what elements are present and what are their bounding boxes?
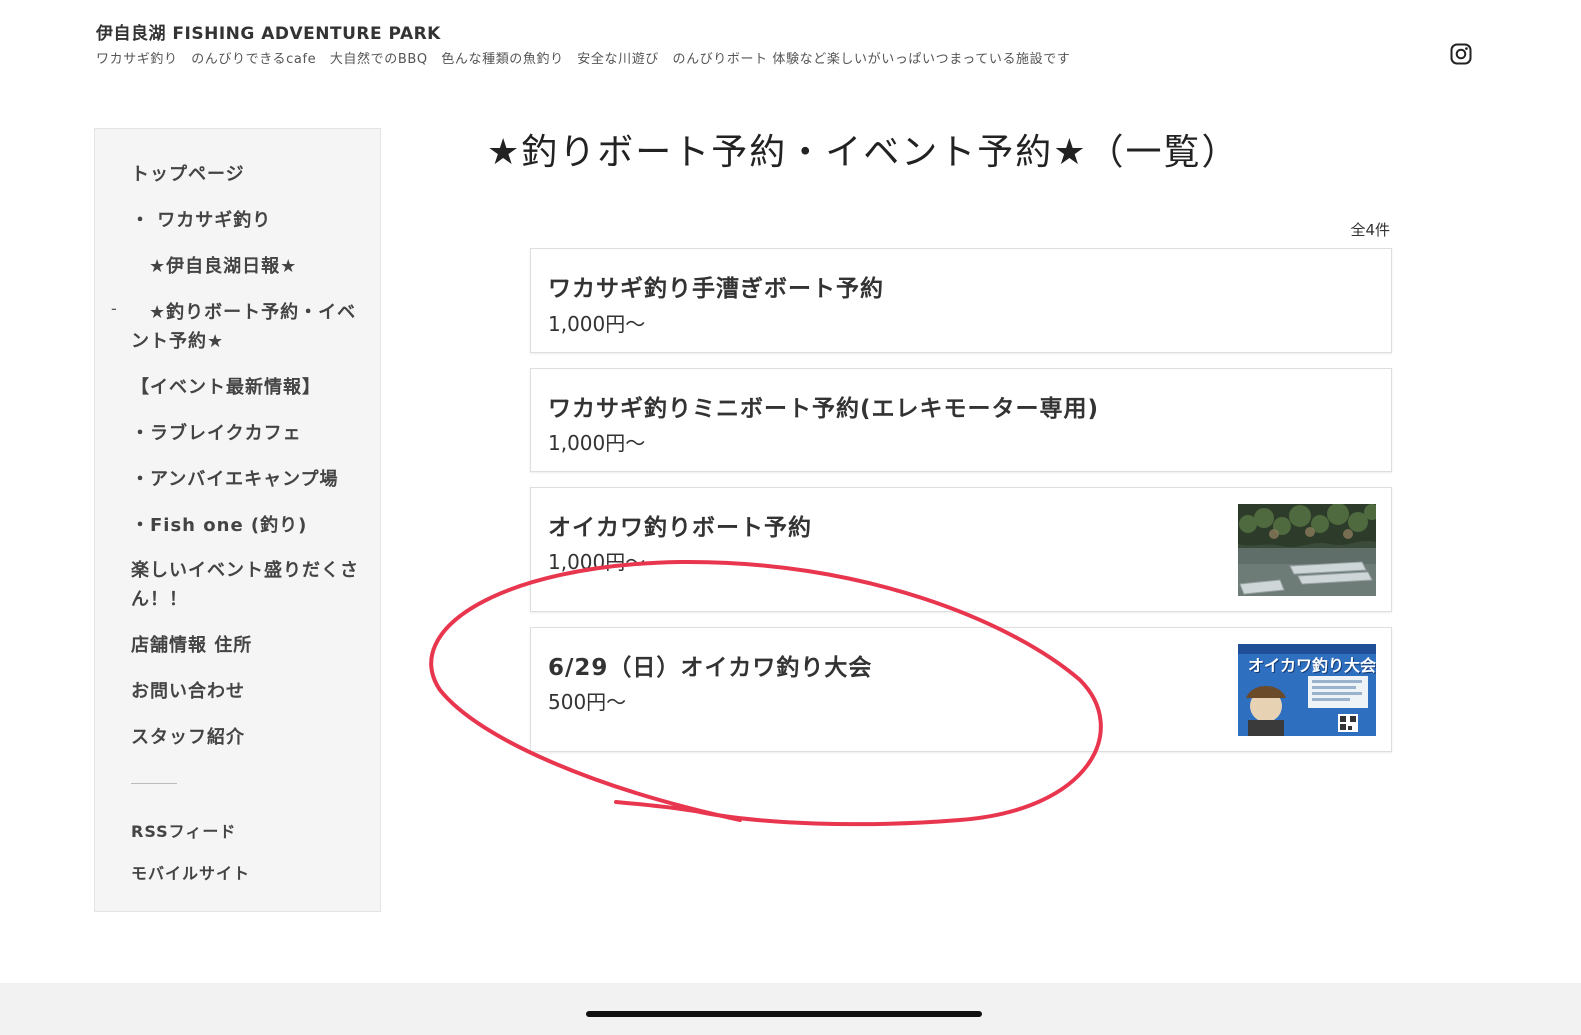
sidebar-item-boat-reservation[interactable]: ★釣りボート予約・イベ ント予約★ <box>131 298 356 356</box>
sidebar-item-fish-one[interactable]: ・Fish one (釣り) <box>131 511 307 540</box>
site-header: 伊自良湖 FISHING ADVENTURE PARK ワカサギ釣り のんびりで… <box>96 22 1236 70</box>
product-card[interactable]: ワカサギ釣り手漕ぎボート予約 1,000円〜 <box>530 248 1392 353</box>
sidebar-item-label: ント予約★ <box>131 331 225 352</box>
product-name: 6/29（日）オイカワ釣り大会 <box>548 655 873 681</box>
home-indicator[interactable] <box>586 1011 982 1017</box>
boats-on-lake-photo[interactable] <box>1238 504 1376 596</box>
product-card[interactable]: オイカワ釣りボート予約 1,000円〜 <box>530 487 1392 612</box>
product-price: 1,000円〜 <box>548 550 646 574</box>
site-tagline: ワカサギ釣り のんびりできるcafe 大自然でのBBQ 色んな種類の魚釣り 安全… <box>96 52 1071 67</box>
sidebar-item-event-news[interactable]: 【イベント最新情報】 <box>131 373 321 402</box>
sidebar-item-top-page[interactable]: トップページ <box>131 160 245 189</box>
product-price: 1,000円〜 <box>548 431 646 455</box>
site-title[interactable]: 伊自良湖 FISHING ADVENTURE PARK <box>96 22 1236 46</box>
product-card[interactable]: 6/29（日）オイカワ釣り大会 500円〜 オイカワ釣り大会 <box>530 627 1392 752</box>
instagram-icon[interactable] <box>1450 43 1472 65</box>
sidebar-item-campsite[interactable]: ・アンバイエキャンプ場 <box>131 465 339 494</box>
item-count: 全4件 <box>1350 221 1390 239</box>
sidebar-divider <box>131 783 177 784</box>
sidebar-nav: トップページ ・ ワカサギ釣り ★伊自良湖日報★ - ★釣りボート予約・イベ ン… <box>94 128 381 912</box>
current-item-marker: - <box>111 299 117 318</box>
product-price: 1,000円〜 <box>548 312 646 336</box>
sidebar-item-label: ★釣りボート予約・イベ <box>149 302 357 323</box>
mobile-site-link[interactable]: モバイルサイト <box>131 859 250 888</box>
bottom-bar <box>0 983 1581 1035</box>
sidebar-item-daily-report[interactable]: ★伊自良湖日報★ <box>149 252 297 281</box>
product-card[interactable]: ワカサギ釣りミニボート予約(エレキモーター専用) 1,000円〜 <box>530 368 1392 472</box>
sidebar-item-love-lake-cafe[interactable]: ・ラブレイクカフェ <box>131 419 302 448</box>
sidebar-item-label: ん！！ <box>131 589 188 610</box>
rss-feed-link[interactable]: RSSフィード <box>131 817 236 846</box>
sidebar-item-staff[interactable]: スタッフ紹介 <box>131 723 245 752</box>
tournament-poster[interactable]: オイカワ釣り大会 <box>1238 644 1376 736</box>
page-title: ★釣りボート予約・イベント予約★（一覧） <box>487 132 1240 173</box>
product-name: オイカワ釣りボート予約 <box>548 515 812 541</box>
product-name: ワカサギ釣りミニボート予約(エレキモーター専用) <box>548 396 1100 422</box>
product-price: 500円〜 <box>548 690 627 714</box>
poster-title: オイカワ釣り大会 <box>1248 656 1376 675</box>
sidebar-item-label: 楽しいイベント盛りだくさ <box>131 560 359 581</box>
sidebar-item-contact[interactable]: お問い合わせ <box>131 677 245 706</box>
sidebar-item-store-info[interactable]: 店舗情報 住所 <box>131 631 252 660</box>
sidebar-item-fun-events[interactable]: 楽しいイベント盛りだくさ ん！！ <box>131 556 359 614</box>
product-name: ワカサギ釣り手漕ぎボート予約 <box>548 276 884 302</box>
sidebar-item-wakasagi[interactable]: ・ ワカサギ釣り <box>131 206 271 235</box>
